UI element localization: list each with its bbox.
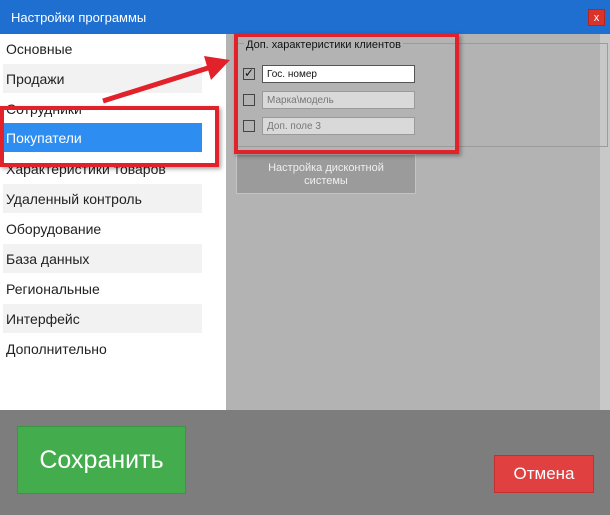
sidebar-item-regional[interactable]: Региональные [3,274,202,303]
sidebar-item-remote-control[interactable]: Удаленный контроль [3,184,202,213]
sidebar-item-main[interactable]: Основные [3,34,202,63]
sidebar-item-additional[interactable]: Дополнительно [3,334,202,363]
window-title: Настройки программы [11,10,147,25]
sidebar-item-interface[interactable]: Интерфейс [3,304,202,333]
sidebar-item-database[interactable]: База данных [3,244,202,273]
sidebar-item-equipment[interactable]: Оборудование [3,214,202,243]
cancel-button[interactable]: Отмена [494,455,594,493]
discount-button-line2: системы [304,175,348,187]
settings-window: Настройки программы x Основные Продажи С… [0,0,610,515]
sidebar-item-sales[interactable]: Продажи [3,64,202,93]
settings-sidebar: Основные Продажи Сотрудники Покупатели Х… [0,34,226,410]
highlight-box-customers [0,106,219,167]
title-bar[interactable]: Настройки программы x [0,0,610,34]
save-button[interactable]: Сохранить [17,426,186,494]
discount-system-settings-button[interactable]: Настройка дисконтной системы [236,154,416,194]
discount-button-line1: Настройка дисконтной [268,162,384,174]
highlight-box-fields [234,33,459,154]
close-icon[interactable]: x [588,9,605,26]
